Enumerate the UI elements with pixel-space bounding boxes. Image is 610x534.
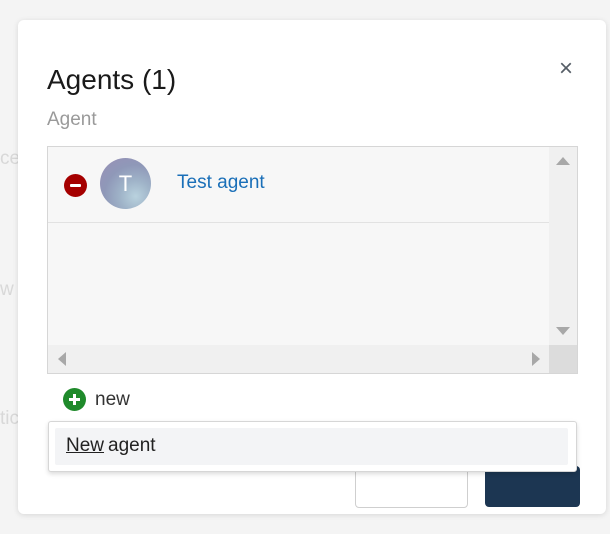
vertical-scrollbar[interactable]	[549, 147, 577, 345]
cancel-button[interactable]	[355, 466, 468, 508]
minus-circle-icon[interactable]	[64, 174, 87, 197]
close-icon[interactable]: ×	[555, 57, 577, 81]
avatar: T	[100, 158, 151, 209]
field-label: Agent	[47, 109, 97, 130]
scrollbar-corner	[549, 345, 577, 373]
scroll-right-arrow-icon[interactable]	[532, 352, 540, 366]
agent-list: T Test agent	[47, 146, 578, 374]
new-agent-dropdown: New agent	[48, 421, 577, 472]
add-new-button[interactable]: new	[47, 373, 576, 421]
dropdown-item-new-agent[interactable]: New agent	[55, 428, 568, 465]
scroll-up-arrow-icon[interactable]	[556, 157, 570, 165]
plus-circle-icon[interactable]	[63, 388, 86, 411]
confirm-button[interactable]	[485, 466, 580, 507]
dropdown-item-label: agent	[108, 435, 156, 456]
horizontal-scrollbar[interactable]	[48, 345, 549, 373]
add-new-label[interactable]: new	[95, 389, 130, 411]
list-item: T Test agent	[48, 147, 549, 223]
background-text-fragment: tic	[0, 408, 19, 429]
agent-name-link[interactable]: Test agent	[177, 172, 265, 194]
dialog-title: Agents (1)	[47, 64, 177, 95]
background-text-fragment: w	[0, 279, 14, 300]
dropdown-item-accelerator: New	[66, 435, 105, 456]
scroll-left-arrow-icon[interactable]	[58, 352, 66, 366]
scroll-down-arrow-icon[interactable]	[556, 327, 570, 335]
